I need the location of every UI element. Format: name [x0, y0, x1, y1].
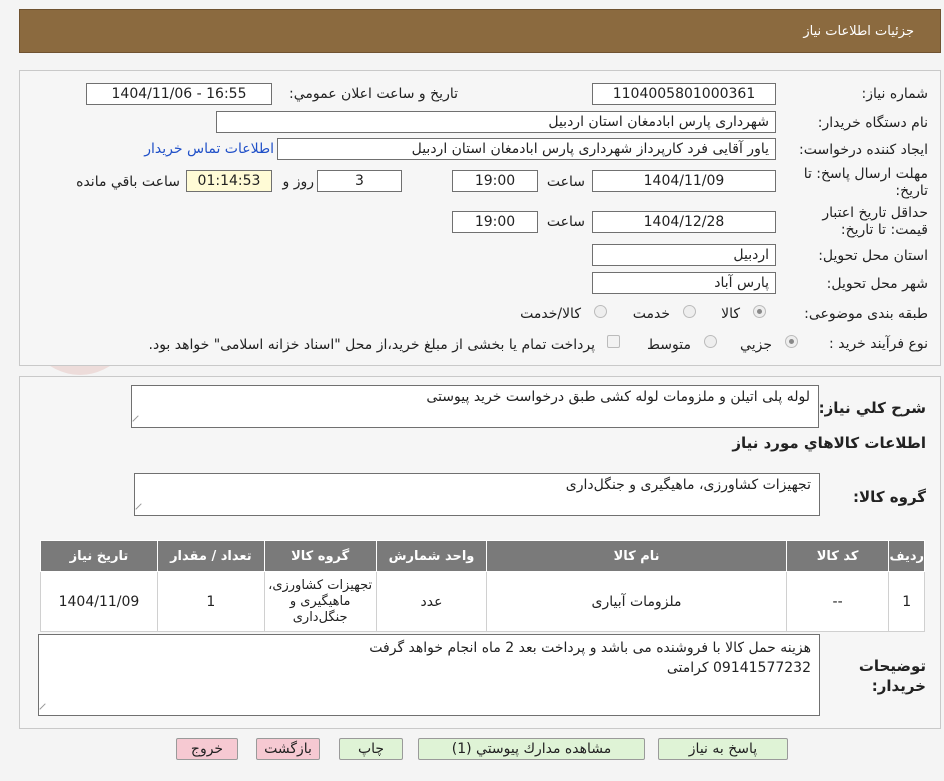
col-item-code: کد کالا: [785, 540, 890, 572]
creator-field[interactable]: یاور آقایی فرد کارپرداز شهرداری پارس ابا…: [277, 138, 776, 160]
treasury-checkbox[interactable]: [607, 335, 620, 348]
category-radio-goods[interactable]: [753, 305, 766, 318]
deadline-date-field[interactable]: 1404/11/09: [592, 170, 776, 192]
days-field[interactable]: 3: [317, 170, 402, 192]
cell-need-date: 1404/11/09: [40, 571, 158, 632]
province-label: استان محل تحویل:: [818, 248, 928, 264]
cell-item-name: ملزومات آبیاری: [486, 571, 787, 632]
view-attachments-button[interactable]: مشاهده مدارك پیوستي (1): [418, 738, 645, 760]
goods-group-textarea[interactable]: تجهیزات کشاورزی، ماهیگیری و جنگل‌داری: [134, 473, 820, 516]
table-header-row: ردیف کد کالا نام کالا واحد شمارش گروه کا…: [40, 540, 925, 572]
resize-grip-icon[interactable]: [135, 503, 147, 515]
buyer-org-label: نام دستگاه خریدار:: [817, 115, 928, 131]
col-item-name: نام کالا: [486, 540, 787, 572]
col-unit: واحد شمارش: [375, 540, 488, 572]
category-label: طبقه بندی موضوعی:: [804, 306, 928, 322]
days-label: روز و: [282, 174, 315, 190]
validity-label: حداقل تاریخ اعتبار قیمت: تا تاریخ:: [822, 205, 928, 238]
contact-buyer-link[interactable]: اطلاعات تماس خریدار: [144, 141, 274, 157]
process-note: پرداخت تمام یا بخشی از مبلغ خرید،از محل …: [148, 337, 595, 353]
summary-text: لوله پلی اتیلن و ملزومات لوله کشی طبق در…: [426, 389, 810, 405]
goods-info-title: اطلاعات کالاهاي مورد نیاز: [732, 434, 926, 452]
deadline-label-1: مهلت ارسال پاسخ: تا تاریخ:: [803, 166, 928, 199]
resize-grip-icon[interactable]: [132, 415, 144, 427]
announce-field[interactable]: 1404/11/06 - 16:55: [86, 83, 272, 105]
city-field[interactable]: پارس آباد: [592, 272, 776, 294]
province-field[interactable]: اردبیل: [592, 244, 776, 266]
need-number-field[interactable]: 1104005801000361: [592, 83, 776, 105]
category-radio-both[interactable]: [594, 305, 607, 318]
process-label: نوع فرآیند خرید :: [829, 336, 928, 352]
validity-time-field[interactable]: 19:00: [452, 211, 538, 233]
buyer-notes-line-1: هزینه حمل کالا با فروشنده می باشد و پردا…: [369, 640, 811, 656]
validity-time-label: ساعت: [546, 214, 585, 230]
buyer-notes-line-2: 09141577232 کرامتی: [666, 660, 811, 676]
col-item-group: گروه کالا: [263, 540, 377, 572]
resize-grip-icon[interactable]: [39, 703, 51, 715]
page-header: جزئیات اطلاعات نیاز: [19, 9, 941, 53]
announce-label: تاریخ و ساعت اعلان عمومي:: [289, 86, 458, 102]
back-button[interactable]: بازگشت: [256, 738, 320, 760]
process-option-medium: متوسط: [647, 337, 691, 353]
validity-date-field[interactable]: 1404/12/28: [592, 211, 776, 233]
goods-group-text: تجهیزات کشاورزی، ماهیگیری و جنگل‌داری: [565, 477, 811, 493]
summary-textarea[interactable]: لوله پلی اتیلن و ملزومات لوله کشی طبق در…: [131, 385, 819, 428]
cell-row-number: 1: [888, 571, 925, 632]
deadline-time-label: ساعت: [546, 174, 585, 190]
page-title: جزئیات اطلاعات نیاز: [803, 24, 914, 39]
cell-item-code: --: [785, 571, 890, 632]
category-option-both: کالا/خدمت: [520, 306, 581, 322]
cell-item-group: تجهیزات کشاورزی، ماهیگیری و جنگل‌داری: [263, 571, 377, 632]
col-row-number: ردیف: [888, 540, 925, 572]
print-button[interactable]: چاپ: [339, 738, 403, 760]
table-row: 1 -- ملزومات آبیاری عدد تجهیزات کشاورزی،…: [40, 571, 925, 632]
process-radio-minor[interactable]: [785, 335, 798, 348]
buyer-org-field[interactable]: شهرداری پارس ابادمغان استان اردبیل: [216, 111, 776, 133]
city-label: شهر محل تحویل:: [826, 276, 928, 292]
remaining-label: ساعت باقي مانده: [76, 174, 180, 190]
process-option-minor: جزیي: [740, 337, 772, 353]
need-number-label: شماره نیاز:: [861, 86, 929, 102]
buyer-notes-label: توضیحات خریدار:: [858, 657, 926, 695]
category-option-goods: کالا: [721, 306, 740, 322]
remaining-time-field: 01:14:53: [186, 170, 272, 192]
summary-label: شرح کلي نیاز:: [818, 399, 926, 417]
category-option-service: خدمت: [632, 306, 670, 322]
cell-quantity: 1: [156, 571, 265, 632]
cell-unit: عدد: [375, 571, 488, 632]
reply-button[interactable]: پاسخ به نیاز: [658, 738, 788, 760]
category-radio-service[interactable]: [683, 305, 696, 318]
items-table: ردیف کد کالا نام کالا واحد شمارش گروه کا…: [40, 540, 925, 632]
buyer-notes-textarea[interactable]: هزینه حمل کالا با فروشنده می باشد و پردا…: [38, 634, 820, 716]
creator-label: ایجاد کننده درخواست:: [799, 142, 928, 158]
col-quantity: تعداد / مقدار: [156, 540, 265, 572]
col-need-date: تاریخ نیاز: [40, 540, 158, 572]
goods-group-label: گروه کالا:: [853, 488, 926, 506]
exit-button[interactable]: خروج: [176, 738, 238, 760]
process-radio-medium[interactable]: [704, 335, 717, 348]
deadline-time-field[interactable]: 19:00: [452, 170, 538, 192]
